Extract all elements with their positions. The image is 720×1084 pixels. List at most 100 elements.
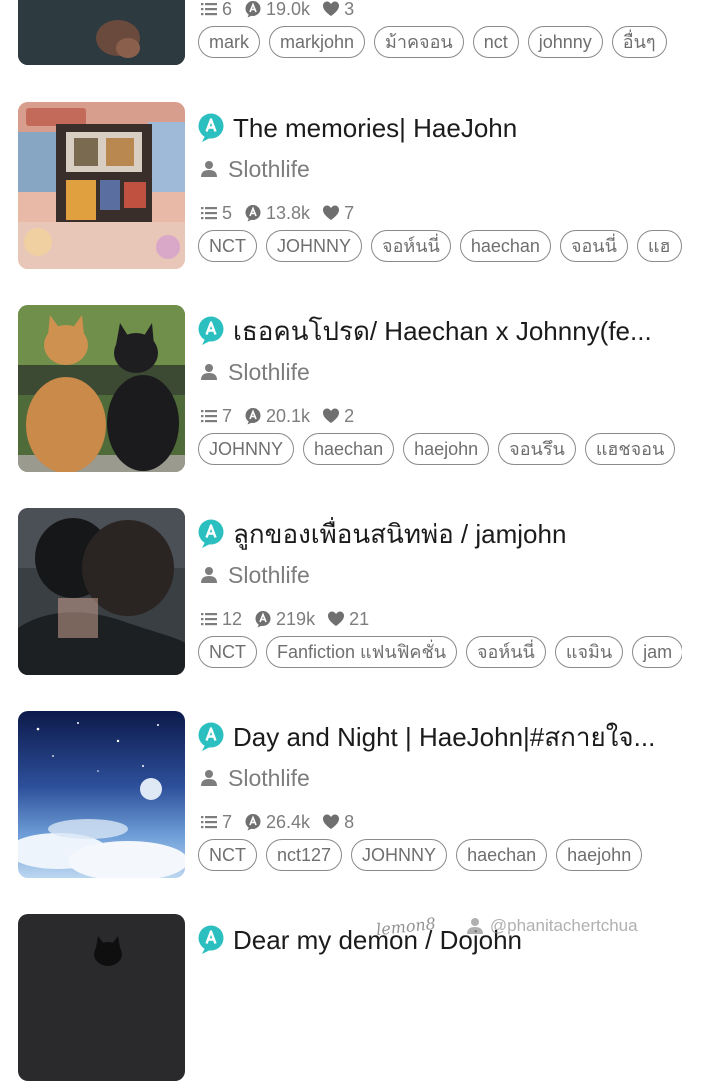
tag-chip[interactable]: jam	[632, 636, 682, 668]
author-row[interactable]: Slothlife	[200, 154, 310, 184]
read-count-icon	[245, 205, 261, 222]
tag-chip[interactable]: Fanfiction แฟนฟิคชั่น	[266, 636, 457, 668]
story-cover[interactable]	[18, 914, 185, 1081]
votes-count: 21	[327, 609, 369, 630]
story-title[interactable]: ลูกของเพื่อนสนิทพ่อ / jamjohn	[233, 517, 566, 551]
list-icon	[201, 207, 217, 220]
tag-chip[interactable]: markjohn	[269, 26, 366, 58]
heart-icon	[323, 1, 340, 16]
story-cover[interactable]	[18, 0, 185, 65]
story-item[interactable]: Day and Night | HaeJohn|#สกายใจ... Sloth…	[0, 711, 720, 881]
tag-chip[interactable]: haechan	[456, 839, 548, 871]
watermark-logo: lemon8	[375, 913, 437, 939]
author-name[interactable]: Slothlife	[228, 359, 310, 386]
watermark-user: @phanitachertchua	[466, 916, 638, 936]
reads-value: 13.8k	[266, 202, 311, 223]
tag-chip[interactable]: จอห์นนี่	[371, 230, 451, 262]
parts-value: 5	[222, 202, 233, 223]
tag-chip[interactable]: แฮ	[636, 230, 682, 262]
votes-count: 7	[322, 203, 354, 224]
author-name[interactable]: Slothlife	[228, 765, 310, 792]
parts-count: 6	[200, 0, 232, 20]
read-count-icon	[255, 611, 271, 628]
reads-count: 26.4k	[244, 812, 310, 833]
heart-icon	[328, 611, 345, 626]
story-stats: 6 19.0k 3	[200, 0, 366, 22]
tag-chip[interactable]: haejohn	[403, 433, 490, 465]
list-icon	[201, 3, 217, 16]
user-icon	[201, 770, 217, 786]
heart-icon	[323, 205, 340, 220]
tag-chip[interactable]: จอนนี่	[559, 230, 628, 262]
tag-chip[interactable]: haechan	[303, 433, 395, 465]
votes-count: 2	[322, 406, 354, 427]
list-icon	[201, 613, 217, 626]
story-item[interactable]: The memories| HaeJohn Slothlife 5 13.8k …	[0, 102, 720, 272]
parts-count: 7	[200, 812, 232, 833]
parts-value: 7	[222, 811, 233, 832]
read-count-icon	[245, 408, 261, 425]
wattpad-a-badge-icon	[198, 519, 224, 548]
tag-chip[interactable]: ม้าคจอน	[374, 26, 464, 58]
story-cover[interactable]	[18, 305, 185, 472]
story-title-row[interactable]: The memories| HaeJohn	[198, 110, 688, 146]
reads-count: 20.1k	[244, 406, 310, 427]
tag-chip[interactable]: แฮชจอน	[584, 433, 676, 465]
reads-value: 20.1k	[266, 405, 311, 426]
story-title-row[interactable]: ลูกของเพื่อนสนิทพ่อ / jamjohn	[198, 516, 688, 552]
tag-chip[interactable]: JOHNNY	[266, 230, 363, 262]
tag-chip[interactable]: haechan	[459, 230, 551, 262]
tag-chip[interactable]: อื่นๆ	[611, 26, 667, 58]
parts-value: 12	[222, 608, 243, 629]
parts-count: 12	[200, 609, 242, 630]
reads-count: 19.0k	[244, 0, 310, 20]
reads-value: 219k	[276, 608, 316, 629]
story-stats: 7 20.1k 2	[200, 403, 366, 429]
tag-chip[interactable]: จอนรึน	[498, 433, 576, 465]
story-stats: 12 219k 21	[200, 606, 381, 632]
list-icon	[201, 410, 217, 423]
story-cover[interactable]	[18, 102, 185, 269]
story-item[interactable]: 6 19.0k 3 mark markjohn ม้าคจอน nct johnny อื…	[0, 0, 720, 68]
tag-chip[interactable]: JOHNNY	[351, 839, 448, 871]
reads-value: 26.4k	[266, 811, 311, 832]
votes-count: 3	[322, 0, 354, 20]
author-name[interactable]: Slothlife	[228, 156, 310, 183]
read-count-icon	[245, 1, 261, 18]
tag-chip[interactable]: จอห์นนี่	[466, 636, 546, 668]
tag-chip[interactable]: nct127	[266, 839, 343, 871]
story-item[interactable]: ลูกของเพื่อนสนิทพ่อ / jamjohn Slothlife …	[0, 508, 720, 678]
story-title-row[interactable]: Day and Night | HaeJohn|#สกายใจ...	[198, 719, 688, 755]
votes-value: 7	[344, 202, 355, 223]
tag-chip[interactable]: NCT	[198, 839, 257, 871]
user-icon	[201, 364, 217, 380]
story-title[interactable]: เธอคนโปรด/ Haechan x Johnny(fe...	[233, 314, 652, 348]
tag-chip[interactable]: NCT	[198, 636, 257, 668]
story-stats: 7 26.4k 8	[200, 809, 366, 835]
story-cover[interactable]	[18, 711, 185, 878]
author-name[interactable]: Slothlife	[228, 562, 310, 589]
story-title[interactable]: The memories| HaeJohn	[233, 111, 517, 145]
votes-value: 21	[349, 608, 370, 629]
tag-chip[interactable]: JOHNNY	[198, 433, 295, 465]
tag-chip[interactable]: NCT	[198, 230, 257, 262]
story-cover[interactable]	[18, 508, 185, 675]
read-count-icon	[245, 814, 261, 831]
tag-chip[interactable]: johnny	[527, 26, 603, 58]
parts-count: 7	[200, 406, 232, 427]
tag-chip[interactable]: mark	[198, 26, 260, 58]
author-row[interactable]: Slothlife	[200, 560, 310, 590]
tag-chip[interactable]: nct	[472, 26, 519, 58]
author-row[interactable]: Slothlife	[200, 357, 310, 387]
tag-chip[interactable]: แจมิน	[554, 636, 624, 668]
story-item[interactable]: เธอคนโปรด/ Haechan x Johnny(fe... Slothl…	[0, 305, 720, 475]
watermark: lemon8 @phanitachertchua	[375, 906, 638, 946]
tag-chip[interactable]: haejohn	[556, 839, 643, 871]
heart-icon	[323, 814, 340, 829]
user-icon	[466, 918, 483, 934]
author-row[interactable]: Slothlife	[200, 763, 310, 793]
parts-value: 6	[222, 0, 233, 19]
tag-list: NCT nct127 JOHNNY haechan haejohn	[198, 839, 682, 875]
story-title-row[interactable]: เธอคนโปรด/ Haechan x Johnny(fe...	[198, 313, 688, 349]
story-title[interactable]: Day and Night | HaeJohn|#สกายใจ...	[233, 720, 655, 754]
